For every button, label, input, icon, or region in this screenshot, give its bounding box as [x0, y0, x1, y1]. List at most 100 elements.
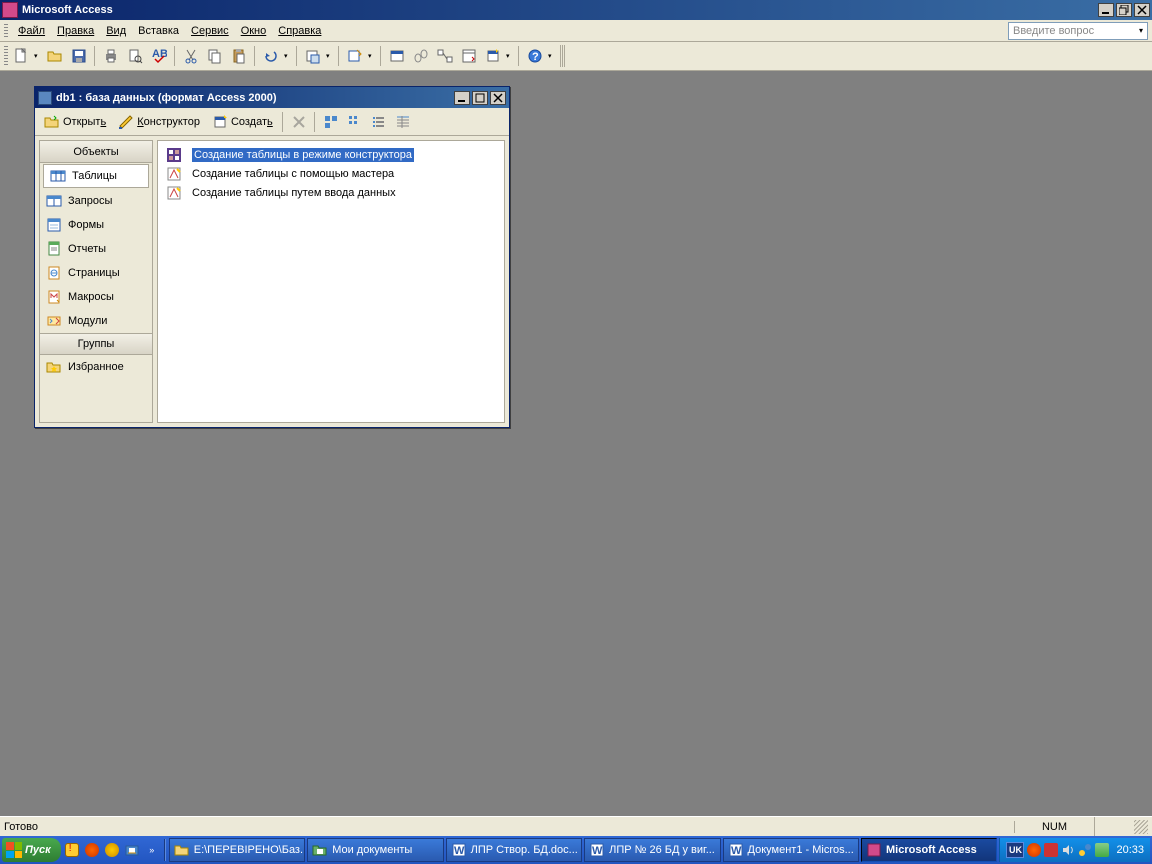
menu-edit[interactable]: Правка	[51, 23, 100, 39]
copy-button[interactable]	[204, 45, 226, 67]
ql-icon-1[interactable]: !	[63, 840, 81, 860]
windows-flag-icon	[6, 842, 22, 858]
dbwin-create-button[interactable]: Создать	[207, 111, 278, 133]
dbwin-body: Объекты Таблицы Запросы Формы Отчеты	[35, 136, 509, 427]
print-preview-button[interactable]	[124, 45, 146, 67]
toolbar-grip[interactable]	[4, 46, 8, 66]
ql-show-desktop[interactable]	[123, 840, 141, 860]
obj-tables-label: Таблицы	[72, 170, 117, 182]
ql-icon-3[interactable]	[103, 840, 121, 860]
tray-icon-1[interactable]	[1027, 843, 1041, 857]
task-explorer[interactable]: E:\ПЕРЕВІРЕНО\Баз...	[169, 838, 305, 862]
dbwin-close-button[interactable]	[490, 91, 506, 105]
wizard-design-icon	[164, 146, 184, 163]
wizard-datasheet-icon	[164, 184, 184, 201]
dbwin-delete-button[interactable]	[288, 111, 310, 133]
help-dropdown[interactable]: ▾	[548, 52, 556, 60]
script-button[interactable]	[410, 45, 432, 67]
view-list-button[interactable]	[368, 111, 390, 133]
obj-forms[interactable]: Формы	[40, 213, 152, 237]
minimize-button[interactable]	[1098, 3, 1114, 17]
analyze-dropdown[interactable]: ▾	[368, 52, 376, 60]
officelinks-dropdown[interactable]: ▾	[326, 52, 334, 60]
object-list[interactable]: Создание таблицы в режиме конструктора С…	[157, 140, 505, 423]
svg-text:W: W	[731, 845, 742, 857]
tray-icon-4[interactable]	[1095, 843, 1109, 857]
menu-help[interactable]: Справка	[272, 23, 327, 39]
obj-reports[interactable]: Отчеты	[40, 237, 152, 261]
dbwin-maximize-button[interactable]	[472, 91, 488, 105]
print-button[interactable]	[100, 45, 122, 67]
tray-icon-2[interactable]	[1044, 843, 1058, 857]
obj-tables[interactable]: Таблицы	[43, 164, 149, 188]
task-mydocs[interactable]: Мои документы	[307, 838, 443, 862]
ql-icon-2[interactable]	[83, 840, 101, 860]
start-button[interactable]: Пуск	[2, 838, 61, 862]
officelinks-button[interactable]	[302, 45, 324, 67]
resize-grip[interactable]	[1134, 820, 1148, 834]
taskbar: Пуск ! » E:\ПЕРЕВІРЕНО\Баз... Мои докуме…	[0, 836, 1152, 864]
relationships-button[interactable]	[434, 45, 456, 67]
ql-expand[interactable]: »	[143, 840, 161, 860]
groups-header[interactable]: Группы	[40, 333, 152, 355]
save-button[interactable]	[68, 45, 90, 67]
database-window: db1 : база данных (формат Access 2000) О…	[34, 86, 510, 428]
toolbar-end-grip[interactable]	[560, 45, 565, 67]
properties-button[interactable]	[458, 45, 480, 67]
undo-button[interactable]	[260, 45, 282, 67]
newobject-dropdown[interactable]: ▾	[506, 52, 514, 60]
obj-reports-label: Отчеты	[68, 243, 106, 255]
newobject-button[interactable]	[482, 45, 504, 67]
tray-volume-icon[interactable]	[1061, 843, 1075, 857]
help-button[interactable]: ?	[524, 45, 546, 67]
restore-button[interactable]	[1116, 3, 1132, 17]
task-label: ЛПР № 26 БД у виг...	[609, 844, 715, 856]
grp-favorites-label: Избранное	[68, 361, 124, 373]
menu-insert[interactable]: Вставка	[132, 23, 185, 39]
tray-icon-3[interactable]	[1078, 843, 1092, 857]
menu-tools[interactable]: Сервис	[185, 23, 235, 39]
dbwin-titlebar[interactable]: db1 : база данных (формат Access 2000)	[35, 87, 509, 108]
task-access[interactable]: Microsoft Access	[861, 838, 997, 862]
new-dropdown[interactable]: ▾	[34, 52, 42, 60]
menu-file[interactable]: Файл	[12, 23, 51, 39]
view-details-button[interactable]	[392, 111, 414, 133]
task-word1[interactable]: W ЛПР Створ. БД.doc...	[446, 838, 582, 862]
svg-text:W: W	[592, 845, 603, 857]
clock[interactable]: 20:33	[1116, 844, 1144, 856]
paste-button[interactable]	[228, 45, 250, 67]
view-small-icons-button[interactable]	[344, 111, 366, 133]
task-label: Мои документы	[332, 844, 412, 856]
dbwin-open-button[interactable]: Открыть	[39, 111, 111, 133]
open-button[interactable]	[44, 45, 66, 67]
task-word3[interactable]: W Документ1 - Micros...	[723, 838, 859, 862]
new-button[interactable]	[10, 45, 32, 67]
list-create-design[interactable]: Создание таблицы в режиме конструктора	[162, 145, 500, 164]
undo-dropdown[interactable]: ▾	[284, 52, 292, 60]
language-indicator[interactable]: UK	[1006, 842, 1024, 858]
list-create-datasheet[interactable]: Создание таблицы путем ввода данных	[162, 183, 500, 202]
analyze-button[interactable]	[344, 45, 366, 67]
spelling-button[interactable]: ABC	[148, 45, 170, 67]
view-large-icons-button[interactable]	[320, 111, 342, 133]
menu-window[interactable]: Окно	[235, 23, 273, 39]
question-dropdown-icon: ▾	[1139, 26, 1143, 35]
obj-macros[interactable]: Макросы	[40, 285, 152, 309]
obj-pages[interactable]: Страницы	[40, 261, 152, 285]
objects-header[interactable]: Объекты	[40, 141, 152, 163]
list-create-wizard[interactable]: Создание таблицы с помощью мастера	[162, 164, 500, 183]
dbwin-design-button[interactable]: Конструктор	[113, 111, 205, 133]
menubar-grip[interactable]	[4, 24, 8, 38]
obj-modules[interactable]: Модули	[40, 309, 152, 333]
task-word2[interactable]: W ЛПР № 26 БД у виг...	[584, 838, 720, 862]
close-button[interactable]	[1134, 3, 1150, 17]
dbwin-title: db1 : база данных (формат Access 2000)	[56, 92, 277, 104]
code-button[interactable]	[386, 45, 408, 67]
menu-view[interactable]: Вид	[100, 23, 132, 39]
cut-button[interactable]	[180, 45, 202, 67]
grp-favorites[interactable]: Избранное	[40, 355, 152, 379]
question-input[interactable]: Введите вопрос ▾	[1008, 22, 1148, 40]
dbwin-minimize-button[interactable]	[454, 91, 470, 105]
status-num: NUM	[1014, 821, 1094, 833]
obj-queries[interactable]: Запросы	[40, 189, 152, 213]
